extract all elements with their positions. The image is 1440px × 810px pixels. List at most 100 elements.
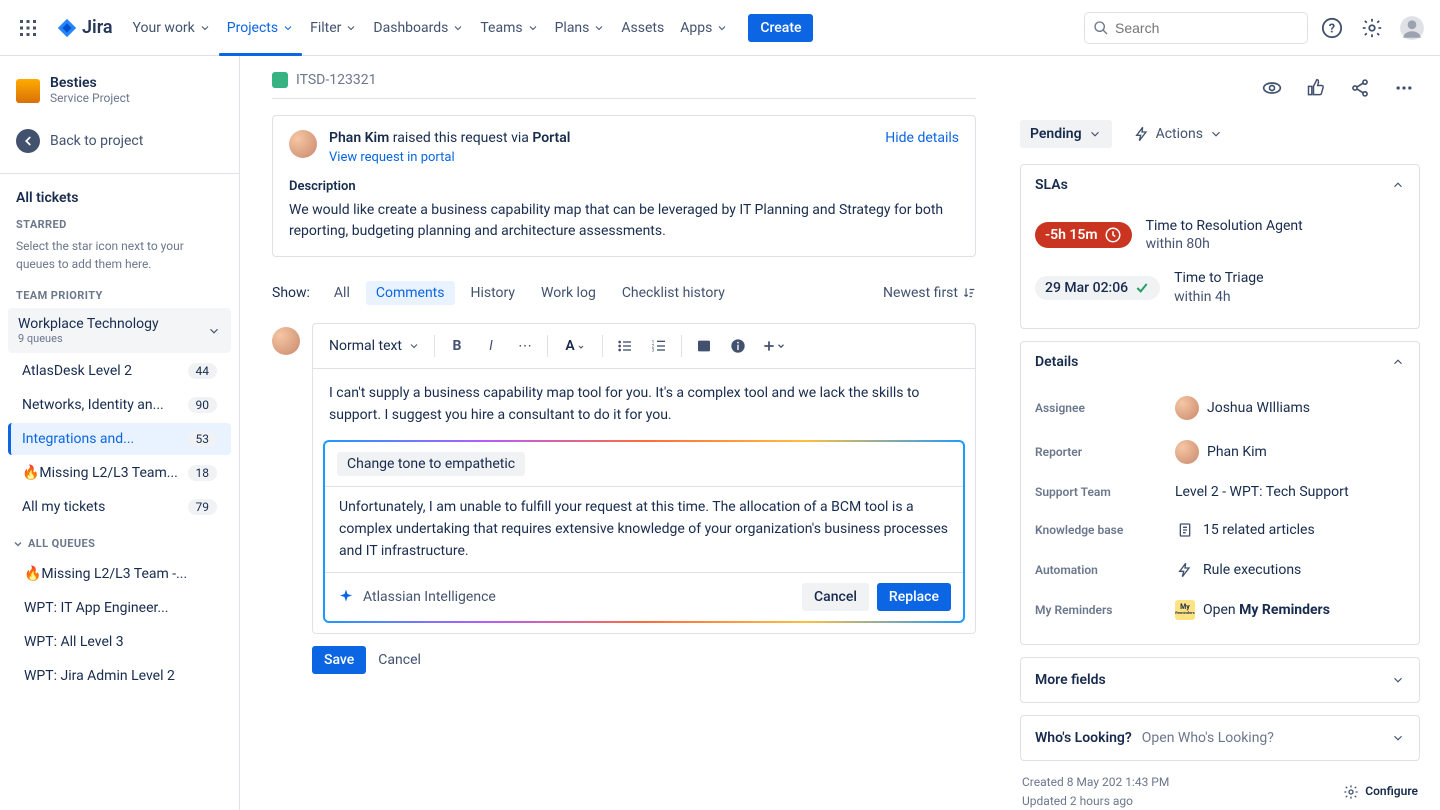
svg-text:3: 3: [652, 347, 655, 353]
image-button[interactable]: [688, 330, 720, 362]
bullet-list-button[interactable]: [609, 330, 641, 362]
status-dropdown[interactable]: Pending: [1020, 120, 1112, 148]
sidebar-queue-group[interactable]: Workplace Technology 9 queues: [8, 308, 231, 353]
back-to-project-button[interactable]: Back to project: [0, 121, 239, 161]
details-reporter-row[interactable]: Reporter Phan Kim: [1035, 430, 1405, 474]
details-automation-row[interactable]: Automation Rule executions: [1035, 550, 1405, 590]
chevron-down-icon: [12, 538, 24, 550]
nav-item-projects[interactable]: Projects: [219, 12, 302, 44]
queue-item[interactable]: 🔥Missing L2/L3 Team...18: [8, 457, 231, 489]
profile-button[interactable]: [1396, 12, 1428, 44]
whos-looking-panel[interactable]: Who's Looking?Open Who's Looking?: [1020, 715, 1420, 761]
nav-item-your-work[interactable]: Your work: [125, 12, 219, 44]
queue-item[interactable]: Networks, Identity an...90: [8, 389, 231, 421]
queue-item[interactable]: WPT: IT App Engineer...: [8, 592, 231, 624]
queue-item[interactable]: WPT: All Level 3: [8, 626, 231, 658]
share-button[interactable]: [1344, 72, 1376, 104]
nav-item-plans[interactable]: Plans: [547, 12, 614, 44]
details-reminders-row[interactable]: My Reminders MyReminders Open My Reminde…: [1035, 590, 1405, 630]
requester-avatar[interactable]: [289, 130, 317, 158]
search-input[interactable]: [1115, 20, 1299, 36]
help-button[interactable]: ?: [1316, 12, 1348, 44]
current-user-avatar[interactable]: [272, 327, 300, 355]
nav-item-apps[interactable]: Apps: [672, 12, 736, 44]
chevron-up-icon: [1391, 178, 1405, 192]
request-title: Phan Kim raised this request via Portal: [329, 130, 570, 146]
details-kb-row[interactable]: Knowledge base 15 related articles: [1035, 510, 1405, 550]
configure-button[interactable]: Configure: [1343, 773, 1418, 810]
queue-item[interactable]: All my tickets79: [8, 491, 231, 523]
details-panel-header[interactable]: Details: [1021, 342, 1419, 382]
nav-item-filter[interactable]: Filter: [302, 12, 365, 44]
cancel-button[interactable]: Cancel: [378, 652, 421, 668]
activity-tab-all[interactable]: All: [324, 281, 360, 305]
ai-suggestion-panel: Change tone to empathetic Unfortunately,…: [323, 440, 965, 623]
nav-item-teams[interactable]: Teams: [472, 12, 546, 44]
activity-sort-button[interactable]: Newest first: [883, 285, 976, 301]
search-icon: [1093, 20, 1109, 36]
app-switcher-button[interactable]: [12, 12, 44, 44]
jira-logo[interactable]: Jira: [56, 17, 113, 39]
search-box[interactable]: [1084, 12, 1308, 44]
chevron-down-icon: [207, 324, 221, 338]
activity-tab-checklist-history[interactable]: Checklist history: [612, 281, 735, 305]
hide-details-link[interactable]: Hide details: [885, 130, 959, 146]
queue-group-sub: 9 queues: [18, 332, 159, 345]
info-button[interactable]: [722, 330, 754, 362]
top-nav: Jira Your workProjectsFilterDashboardsTe…: [0, 0, 1440, 56]
more-actions-button[interactable]: [1388, 72, 1420, 104]
ai-brand-label: Atlassian Intelligence: [337, 588, 496, 606]
sidebar-all-tickets[interactable]: All tickets: [0, 190, 239, 218]
apps-grid-icon: [18, 18, 38, 38]
ai-sparkle-icon: [337, 588, 355, 606]
plus-icon: [762, 339, 776, 353]
slas-panel-header[interactable]: SLAs: [1021, 165, 1419, 205]
editor-content[interactable]: I can't supply a business capability map…: [313, 369, 975, 440]
sla-row[interactable]: 29 Mar 02:06Time to Triagewithin 4h: [1035, 261, 1405, 313]
share-icon: [1350, 78, 1370, 98]
create-button[interactable]: Create: [748, 14, 813, 42]
numbered-list-button[interactable]: 123: [643, 330, 675, 362]
queue-item[interactable]: AtlasDesk Level 244: [8, 355, 231, 387]
view-in-portal-link[interactable]: View request in portal: [329, 150, 455, 165]
more-formatting-button[interactable]: ⋯: [509, 330, 541, 362]
bold-button[interactable]: B: [441, 330, 473, 362]
details-assignee-row[interactable]: Assignee Joshua WIlliams: [1035, 386, 1405, 430]
italic-button[interactable]: I: [475, 330, 507, 362]
description-text: We would like create a business capabili…: [289, 200, 959, 242]
updated-timestamp: Updated 2 hours ago: [1022, 792, 1169, 810]
issue-type-icon[interactable]: [272, 72, 288, 88]
numbered-list-icon: 123: [651, 338, 667, 354]
queue-item[interactable]: WPT: Jira Admin Level 2: [8, 660, 231, 692]
sla-badge: 29 Mar 02:06: [1035, 276, 1160, 300]
activity-tab-work-log[interactable]: Work log: [531, 281, 606, 305]
ai-replace-button[interactable]: Replace: [877, 583, 951, 611]
text-style-dropdown[interactable]: Normal text: [321, 334, 428, 358]
queue-item[interactable]: Integrations and...53: [8, 423, 231, 455]
reporter-avatar: [1175, 440, 1199, 464]
vote-button[interactable]: [1300, 72, 1332, 104]
assignee-avatar: [1175, 396, 1199, 420]
activity-tab-comments[interactable]: Comments: [366, 281, 455, 305]
nav-item-assets[interactable]: Assets: [613, 12, 672, 44]
activity-tab-history[interactable]: History: [461, 281, 526, 305]
queue-item[interactable]: 🔥Missing L2/L3 Team -...: [8, 558, 231, 590]
sidebar-all-queues-header[interactable]: ALL QUEUES: [0, 525, 239, 556]
issue-key-link[interactable]: ITSD-123321: [296, 72, 376, 88]
insert-button[interactable]: [756, 330, 792, 362]
details-support-team-row[interactable]: Support Team Level 2 - WPT: Tech Support: [1035, 474, 1405, 510]
watch-button[interactable]: [1256, 72, 1288, 104]
avatar-icon: [1399, 15, 1425, 41]
settings-button[interactable]: [1356, 12, 1388, 44]
sidebar-project-header[interactable]: Besties Service Project: [0, 76, 239, 121]
comment-editor: Normal text B I ⋯ A: [312, 323, 976, 634]
save-button[interactable]: Save: [312, 646, 366, 674]
more-fields-panel[interactable]: More fields: [1020, 657, 1420, 703]
text-color-button[interactable]: A: [554, 330, 586, 362]
actions-dropdown[interactable]: Actions: [1124, 120, 1233, 148]
nav-item-dashboards[interactable]: Dashboards: [365, 12, 472, 44]
ai-cancel-button[interactable]: Cancel: [802, 583, 869, 611]
chevron-down-icon: [1391, 731, 1405, 745]
sla-row[interactable]: -5h 15mTime to Resolution Agentwithin 80…: [1035, 209, 1405, 261]
ai-prompt-chip[interactable]: Change tone to empathetic: [337, 452, 525, 476]
